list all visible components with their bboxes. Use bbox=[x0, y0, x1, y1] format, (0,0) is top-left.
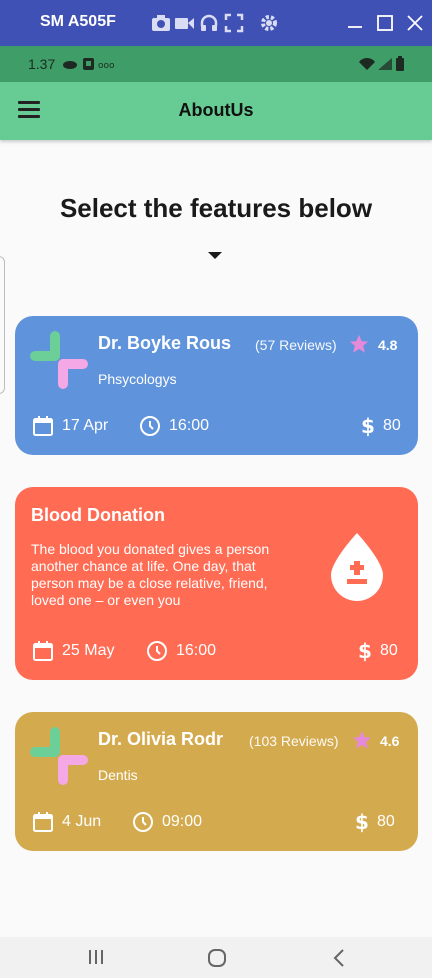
dollar-icon: $ bbox=[355, 811, 369, 833]
doctor-name: Dr. Boyke Rous bbox=[98, 333, 232, 353]
time-text: 09:00 bbox=[162, 813, 203, 830]
date-text: 17 Apr bbox=[62, 417, 109, 434]
star-icon bbox=[352, 730, 372, 749]
time-text: 16:00 bbox=[176, 642, 217, 659]
svg-text:$: $ bbox=[355, 811, 369, 833]
maximize-icon[interactable] bbox=[374, 12, 396, 34]
page-heading: Select the features below bbox=[59, 193, 373, 223]
clinic-logo-icon bbox=[30, 727, 88, 785]
app-bar: AboutUs bbox=[0, 82, 432, 140]
emulator-title: SM A505F bbox=[40, 13, 116, 30]
dots-icon: ooo bbox=[98, 61, 115, 71]
appointment-date: 25 May bbox=[32, 640, 114, 662]
service-title: Blood Donation bbox=[31, 505, 165, 525]
review-count: (103 Reviews) bbox=[249, 733, 339, 749]
review-count: (57 Reviews) bbox=[255, 337, 337, 353]
blood-donation-card[interactable]: Blood Donation The blood you donated giv… bbox=[15, 487, 418, 680]
emulator-title-bar: SM A505F bbox=[0, 0, 432, 46]
blood-drop-icon bbox=[331, 533, 383, 601]
battery-icon bbox=[396, 56, 404, 71]
appointment-time: 09:00 bbox=[132, 811, 202, 833]
appointment-date: 4 Jun bbox=[32, 811, 101, 833]
home-icon[interactable] bbox=[207, 948, 227, 968]
status-time: 1.37 bbox=[28, 56, 56, 72]
price: $ 80 bbox=[361, 415, 401, 437]
video-icon[interactable] bbox=[173, 12, 195, 34]
clinic-logo-icon bbox=[30, 331, 88, 389]
notification-icon bbox=[83, 58, 94, 70]
status-bar: 1.37 ooo bbox=[0, 46, 432, 82]
doctor-specialty: Dentis bbox=[98, 767, 138, 783]
navigation-bar bbox=[0, 937, 432, 978]
appointment-date: 17 Apr bbox=[32, 415, 108, 437]
calendar-icon bbox=[33, 416, 53, 436]
clock-icon bbox=[133, 812, 153, 832]
camera-icon[interactable] bbox=[150, 12, 172, 34]
date-text: 4 Jun bbox=[62, 813, 102, 830]
rating-value: 4.8 bbox=[378, 337, 398, 353]
appointment-time: 16:00 bbox=[146, 640, 216, 662]
clock-icon bbox=[140, 416, 160, 436]
price-text: 80 bbox=[383, 417, 401, 434]
status-right-icons bbox=[359, 56, 404, 71]
svg-text:ooo: ooo bbox=[98, 61, 115, 71]
dollar-icon: $ bbox=[361, 415, 375, 437]
caret-down-icon bbox=[208, 252, 222, 259]
cloud-icon bbox=[63, 61, 77, 69]
doctor-name: Dr. Olivia Rodr bbox=[98, 729, 224, 749]
app-title: AboutUs bbox=[178, 100, 254, 120]
signal-icon bbox=[378, 58, 392, 70]
minimize-icon[interactable] bbox=[344, 12, 366, 34]
gear-icon[interactable] bbox=[258, 12, 280, 34]
doctor-card[interactable]: Dr. Olivia Rodr Dentis (103 Reviews) 4.6… bbox=[15, 712, 418, 851]
price: $ 80 bbox=[355, 811, 395, 833]
calendar-icon bbox=[33, 812, 53, 832]
doctor-specialty: Phsycologys bbox=[98, 371, 177, 387]
price-text: 80 bbox=[377, 813, 395, 830]
svg-text:$: $ bbox=[361, 415, 375, 437]
svg-text:$: $ bbox=[358, 640, 372, 662]
clock-icon bbox=[147, 641, 167, 661]
date-text: 25 May bbox=[62, 642, 115, 659]
drawer-edge-handle[interactable] bbox=[0, 256, 5, 394]
headphones-icon[interactable] bbox=[198, 12, 220, 34]
doctor-card[interactable]: Dr. Boyke Rous Phsycologys (57 Reviews) … bbox=[15, 316, 418, 455]
screenshot-icon[interactable] bbox=[223, 12, 245, 34]
status-left-icons: ooo bbox=[63, 58, 115, 71]
price-text: 80 bbox=[380, 642, 398, 659]
dollar-icon: $ bbox=[358, 640, 372, 662]
recent-apps-icon[interactable] bbox=[86, 948, 106, 966]
appointment-time: 16:00 bbox=[139, 415, 209, 437]
service-description: The blood you donated gives a person ano… bbox=[31, 541, 270, 608]
wifi-icon bbox=[359, 58, 375, 70]
star-icon bbox=[349, 334, 369, 353]
close-icon[interactable] bbox=[404, 12, 426, 34]
back-icon[interactable] bbox=[331, 948, 347, 968]
calendar-icon bbox=[33, 641, 53, 661]
time-text: 16:00 bbox=[169, 417, 210, 434]
price: $ 80 bbox=[358, 640, 398, 662]
rating-value: 4.6 bbox=[380, 733, 400, 749]
